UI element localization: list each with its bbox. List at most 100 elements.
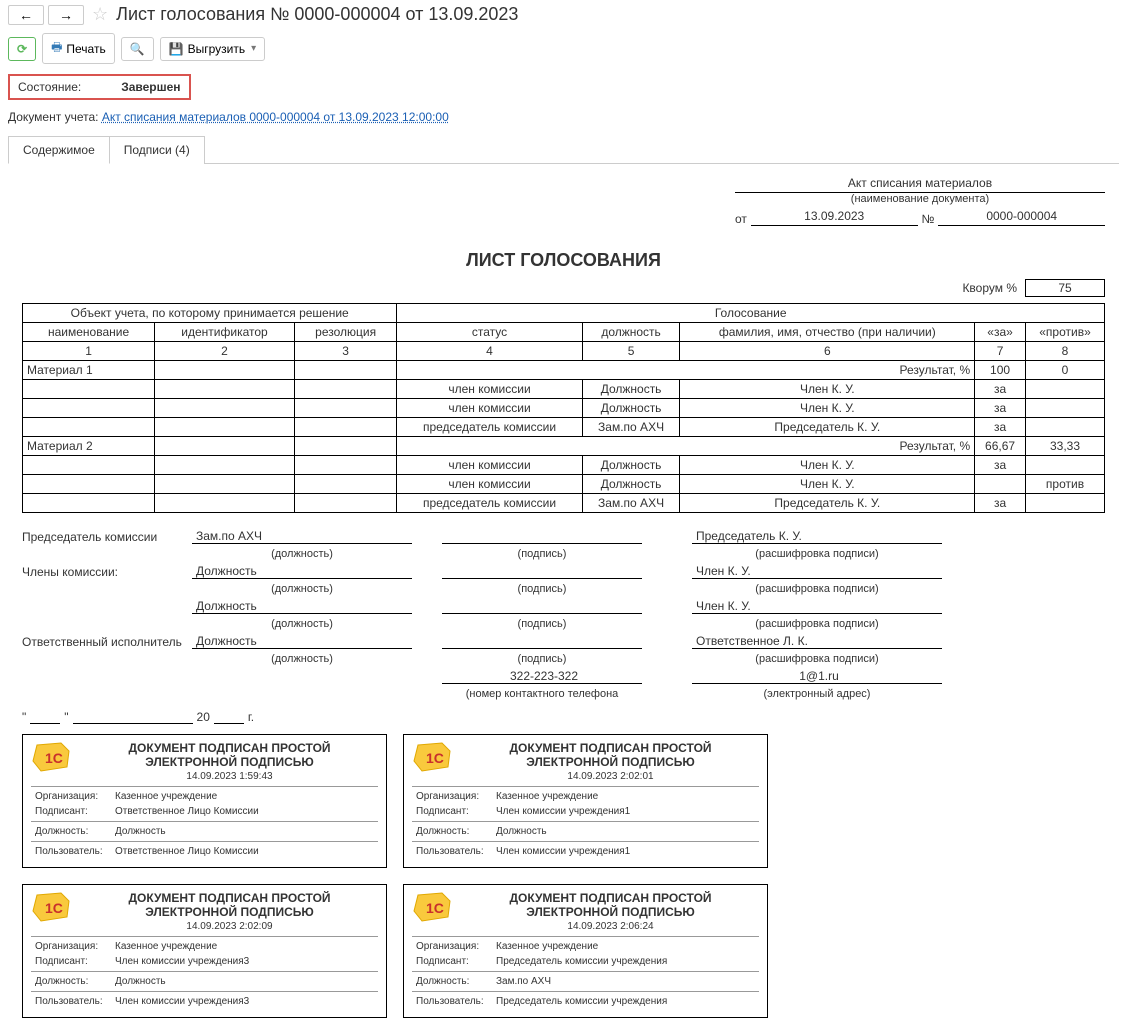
caret-down-icon: ▾ xyxy=(251,43,256,54)
stamp-user-label: Пользователь: xyxy=(31,994,111,1009)
member-vote-against xyxy=(1026,399,1105,418)
sign-m2-pos: Должность xyxy=(192,599,412,614)
member-fio: Председатель К. У. xyxy=(680,494,975,513)
stamp-signer-label: Подписант: xyxy=(31,804,111,819)
member-pos: Должность xyxy=(582,380,680,399)
result-for: 66,67 xyxy=(975,437,1026,456)
fio-hint: (расшифровка подписи) xyxy=(692,548,942,560)
stamp-org-label: Организация: xyxy=(412,939,492,954)
stamp-title: ДОКУМЕНТ ПОДПИСАН ПРОСТОЙ ЭЛЕКТРОННОЙ ПО… xyxy=(81,891,378,932)
sign-m1-pos: Должность xyxy=(192,564,412,579)
svg-text:1C: 1C xyxy=(426,750,444,766)
stamp-signer: Член комиссии учреждения3 xyxy=(111,954,378,969)
preview-button[interactable]: 🔍 xyxy=(121,37,154,61)
stamp-pos-label: Должность: xyxy=(31,824,111,839)
sign-resp-label: Ответственный исполнитель xyxy=(22,636,192,649)
doc-ref-link[interactable]: Акт списания материалов 0000-000004 от 1… xyxy=(102,110,449,124)
print-label: Печать xyxy=(66,42,105,56)
sign-m1-sig xyxy=(442,578,642,579)
doc-name-hint: (наименование документа) xyxy=(735,193,1105,205)
stamp-pos-label: Должность: xyxy=(412,974,492,989)
favorite-star-icon[interactable]: ☆ xyxy=(92,4,108,25)
material-cell: Материал 1 xyxy=(23,361,155,380)
colnum: 7 xyxy=(975,342,1026,361)
stamp-title: ДОКУМЕНТ ПОДПИСАН ПРОСТОЙ ЭЛЕКТРОННОЙ ПО… xyxy=(81,741,378,782)
th-id: идентификатор xyxy=(155,323,295,342)
stamp-signer-label: Подписант: xyxy=(412,954,492,969)
form-title: ЛИСТ ГОЛОСОВАНИЯ xyxy=(22,250,1105,271)
colnum: 2 xyxy=(155,342,295,361)
member-fio: Член К. У. xyxy=(680,399,975,418)
stamp-datetime: 14.09.2023 2:02:01 xyxy=(462,771,759,782)
tab-content[interactable]: Содержимое xyxy=(8,136,110,164)
member-pos: Зам.по АХЧ xyxy=(582,494,680,513)
export-button[interactable]: 💾Выгрузить▾ xyxy=(160,37,265,61)
member-vote-for: за xyxy=(975,456,1026,475)
doc-ref-label: Документ учета: xyxy=(8,110,98,124)
print-button[interactable]: 🖶 Печать xyxy=(42,33,115,64)
stamp-user-label: Пользователь: xyxy=(31,844,111,859)
result-label-cell: Результат, % xyxy=(397,437,975,456)
vote-table: Объект учета, по которому принимается ре… xyxy=(22,303,1105,513)
email-hint: (электронный адрес) xyxy=(692,688,942,700)
logo-1c-icon: 1C xyxy=(412,741,454,775)
printer-icon: 🖶 xyxy=(51,38,62,59)
th-group-object: Объект учета, по которому принимается ре… xyxy=(23,304,397,323)
magnifier-icon: 🔍 xyxy=(130,42,145,56)
member-pos: Зам.по АХЧ xyxy=(582,418,680,437)
member-vote-against: против xyxy=(1026,475,1105,494)
sign-resp-pos: Должность xyxy=(192,634,412,649)
th-status: статус xyxy=(397,323,582,342)
svg-text:1C: 1C xyxy=(426,900,444,916)
refresh-icon: ⟳ xyxy=(17,42,27,56)
member-fio: Член К. У. xyxy=(680,456,975,475)
sign-chair-label: Председатель комиссии xyxy=(22,530,192,544)
member-status: член комиссии xyxy=(397,399,582,418)
signature-stamp: 1C ДОКУМЕНТ ПОДПИСАН ПРОСТОЙ ЭЛЕКТРОННОЙ… xyxy=(22,734,387,868)
logo-1c-icon: 1C xyxy=(31,741,73,775)
nav-forward-button[interactable]: → xyxy=(48,5,84,25)
member-status: член комиссии xyxy=(397,475,582,494)
member-fio: Член К. У. xyxy=(680,475,975,494)
sign-resp-fio: Ответственное Л. К. xyxy=(692,634,942,649)
colnum: 6 xyxy=(680,342,975,361)
nav-back-button[interactable]: ← xyxy=(8,5,44,25)
sign-resp-sig xyxy=(442,648,642,649)
logo-1c-icon: 1C xyxy=(412,891,454,925)
stamp-signer: Ответственное Лицо Комиссии xyxy=(111,804,378,819)
member-fio: Председатель К. У. xyxy=(680,418,975,437)
stamp-user: Член комиссии учреждения3 xyxy=(111,994,378,1009)
sign-m2-sig xyxy=(442,613,642,614)
colnum: 4 xyxy=(397,342,582,361)
quorum-value: 75 xyxy=(1025,279,1105,297)
doc-num: 0000-000004 xyxy=(938,209,1105,226)
refresh-button[interactable]: ⟳ xyxy=(8,37,36,61)
colnum: 5 xyxy=(582,342,680,361)
stamp-title: ДОКУМЕНТ ПОДПИСАН ПРОСТОЙ ЭЛЕКТРОННОЙ ПО… xyxy=(462,741,759,782)
stamp-datetime: 14.09.2023 2:06:24 xyxy=(462,921,759,932)
result-for: 100 xyxy=(975,361,1026,380)
state-label: Состояние: xyxy=(18,80,81,94)
th-against: «против» xyxy=(1026,323,1105,342)
doc-from-label: от xyxy=(735,212,747,226)
stamp-pos: Зам.по АХЧ xyxy=(492,974,759,989)
sign-chair-fio: Председатель К. У. xyxy=(692,529,942,544)
pos-hint: (должность) xyxy=(192,548,412,560)
result-against: 0 xyxy=(1026,361,1105,380)
stamp-pos: Должность xyxy=(111,824,378,839)
tab-signatures[interactable]: Подписи (4) xyxy=(109,136,205,164)
result-label-cell: Результат, % xyxy=(397,361,975,380)
svg-text:1C: 1C xyxy=(45,900,63,916)
member-vote-for xyxy=(975,475,1026,494)
sig-hint: (подпись) xyxy=(442,548,642,560)
diskette-icon: 💾 xyxy=(169,42,184,56)
stamp-pos-label: Должность: xyxy=(412,824,492,839)
sign-members-label: Члены комиссии: xyxy=(22,565,192,579)
member-fio: Член К. У. xyxy=(680,380,975,399)
member-pos: Должность xyxy=(582,475,680,494)
svg-text:1C: 1C xyxy=(45,750,63,766)
member-status: член комиссии xyxy=(397,456,582,475)
member-vote-for: за xyxy=(975,380,1026,399)
stamp-datetime: 14.09.2023 1:59:43 xyxy=(81,771,378,782)
sign-chair-sig xyxy=(442,543,642,544)
